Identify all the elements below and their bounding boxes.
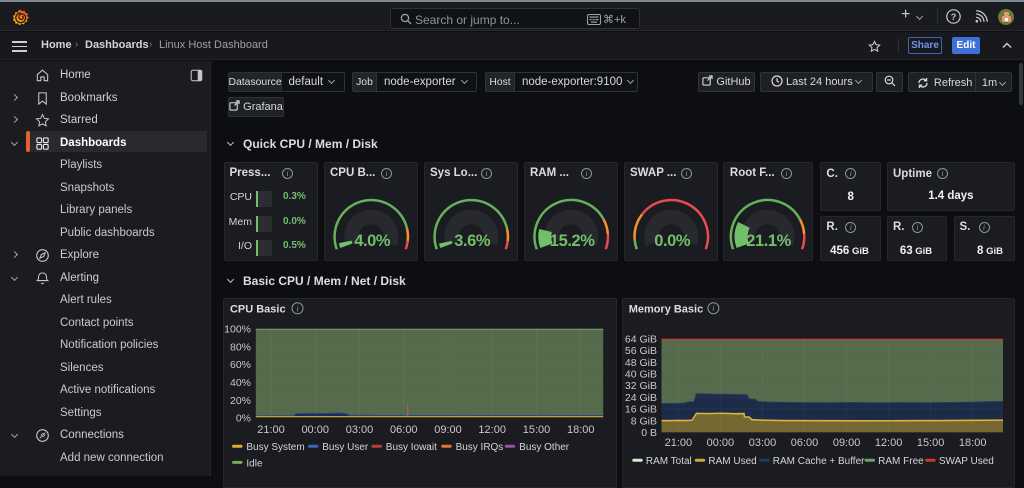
svg-text:Memory Basic: Memory Basic: [628, 304, 702, 316]
svg-text:RAM Total: RAM Total: [645, 456, 691, 467]
svg-text:CPU Basic: CPU Basic: [230, 304, 286, 316]
svg-text:Busy Other: Busy Other: [519, 442, 570, 453]
svg-text:09:00: 09:00: [435, 424, 463, 436]
svg-text:Busy Iowait: Busy Iowait: [386, 442, 437, 453]
svg-text:06:00: 06:00: [390, 424, 418, 436]
svg-text:15:00: 15:00: [916, 437, 944, 449]
svg-text:0%: 0%: [236, 414, 251, 425]
svg-text:60%: 60%: [230, 360, 251, 371]
svg-text:03:00: 03:00: [748, 437, 776, 449]
svg-text:24 GiB: 24 GiB: [624, 393, 656, 404]
svg-text:8 GiB: 8 GiB: [630, 417, 656, 428]
svg-text:00:00: 00:00: [706, 437, 734, 449]
svg-text:56 GiB: 56 GiB: [624, 346, 656, 357]
svg-text:SWAP Used: SWAP Used: [938, 456, 993, 467]
svg-text:Idle: Idle: [247, 459, 264, 470]
svg-text:40 GiB: 40 GiB: [624, 370, 656, 381]
svg-text:00:00: 00:00: [302, 424, 330, 436]
svg-text:40%: 40%: [230, 378, 251, 389]
svg-text:80%: 80%: [230, 343, 251, 354]
svg-text:Busy IRQs: Busy IRQs: [456, 442, 504, 453]
svg-text:0.0%: 0.0%: [654, 232, 691, 250]
svg-text:12:00: 12:00: [479, 424, 507, 436]
svg-text:64 GiB: 64 GiB: [624, 335, 656, 346]
svg-text:15:00: 15:00: [523, 424, 551, 436]
svg-text:i: i: [297, 305, 299, 314]
svg-text:100%: 100%: [224, 325, 251, 336]
svg-text:RAM Used: RAM Used: [708, 456, 756, 467]
svg-text:21:00: 21:00: [258, 424, 286, 436]
svg-text:RAM Cache + Buffer: RAM Cache + Buffer: [772, 456, 864, 467]
svg-text:?: ?: [951, 12, 957, 22]
svg-text:03:00: 03:00: [346, 424, 374, 436]
svg-text:06:00: 06:00: [790, 437, 818, 449]
svg-text:09:00: 09:00: [832, 437, 860, 449]
svg-text:15.2%: 15.2%: [549, 232, 595, 250]
svg-text:RAM Free: RAM Free: [878, 456, 924, 467]
svg-text:Busy System: Busy System: [247, 442, 305, 453]
svg-text:4.0%: 4.0%: [354, 232, 391, 250]
svg-text:i: i: [712, 304, 714, 313]
svg-text:20%: 20%: [230, 396, 251, 407]
svg-text:3.6%: 3.6%: [454, 232, 491, 250]
svg-text:21:00: 21:00: [664, 437, 692, 449]
svg-text:18:00: 18:00: [567, 424, 595, 436]
svg-text:48 GiB: 48 GiB: [624, 358, 656, 369]
svg-text:32 GiB: 32 GiB: [624, 381, 656, 392]
svg-text:Busy User: Busy User: [323, 442, 370, 453]
svg-text:18:00: 18:00: [958, 437, 986, 449]
svg-text:0 B: 0 B: [641, 428, 657, 439]
svg-text:12:00: 12:00: [874, 437, 902, 449]
svg-text:16 GiB: 16 GiB: [624, 405, 656, 416]
svg-text:21.1%: 21.1%: [747, 232, 792, 250]
